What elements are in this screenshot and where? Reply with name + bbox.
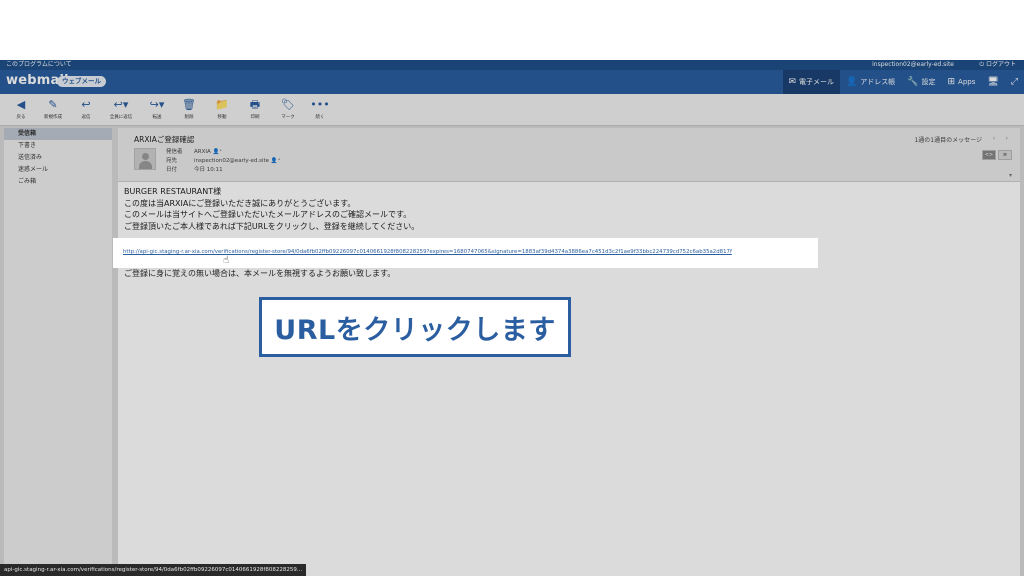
caption-text: URLをクリックします bbox=[274, 314, 556, 346]
body-line: BURGER RESTAURANT様 bbox=[124, 187, 222, 196]
logout-link[interactable]: ⏻ ログアウト bbox=[979, 60, 1016, 70]
message-body: BURGER RESTAURANT様 この度は当ARXIAにご登録いただき誠にあ… bbox=[124, 186, 419, 232]
to-row: 宛先 inspection02@early-ed.site 👤⁺ bbox=[166, 157, 281, 166]
about-link[interactable]: このプログラムについて bbox=[6, 60, 72, 70]
to-value[interactable]: inspection02@early-ed.site bbox=[194, 158, 269, 164]
from-value[interactable]: ARXIA bbox=[194, 149, 211, 155]
add-contact-icon[interactable]: 👤⁺ bbox=[271, 158, 281, 164]
user-email: inspection02@early-ed.site bbox=[872, 61, 954, 68]
logo-badge: ウェブメール bbox=[57, 76, 106, 87]
link-highlight: http://api-gic.staging-r.ar-xia.com/veri… bbox=[113, 238, 818, 268]
forward-icon: ↪▾ bbox=[149, 98, 165, 111]
monitor-icon: 🖥 bbox=[987, 76, 999, 87]
sender-avatar bbox=[134, 148, 156, 170]
back-arrow-icon: ◀ bbox=[16, 98, 26, 111]
prev-message-icon[interactable]: ‹ bbox=[993, 135, 995, 142]
nav-display[interactable]: 🖥 bbox=[981, 70, 1004, 94]
logout-label: ログアウト bbox=[985, 61, 1016, 68]
reply-all-icon: ↩▾ bbox=[113, 98, 129, 111]
verification-link[interactable]: http://api-gic.staging-r.ar-xia.com/veri… bbox=[123, 249, 732, 255]
message-header: ARXIAご登録確認 発信者 ARXIA 👤⁺ 宛先 inspection02@ea… bbox=[118, 128, 1020, 182]
body-line: ご登録頂いたご本人様であれば下記URLをクリックし、登録を継続してください。 bbox=[124, 221, 420, 231]
reply-all-button[interactable]: ↩▾ 全員に返信 bbox=[106, 98, 136, 122]
from-row: 発信者 ARXIA 👤⁺ bbox=[166, 148, 222, 157]
info-bar: このプログラムについて inspection02@early-ed.site ⏻… bbox=[0, 60, 1024, 70]
wrench-icon: 🔧 bbox=[907, 76, 919, 87]
date-value: 今日 10:11 bbox=[194, 167, 223, 173]
power-icon: ⏻ bbox=[979, 61, 986, 68]
top-blank-area bbox=[0, 0, 1024, 60]
back-label: 戻る bbox=[16, 115, 26, 120]
hand-cursor-icon: ☝ bbox=[223, 255, 230, 266]
mark-button[interactable]: 🏷 マーク bbox=[273, 98, 303, 122]
folder-drafts[interactable]: 下書き bbox=[4, 140, 112, 152]
reply-all-label: 全員に返信 bbox=[109, 115, 133, 120]
to-label: 宛先 bbox=[166, 158, 178, 164]
from-label: 発信者 bbox=[166, 149, 183, 155]
plain-view-icon[interactable]: ≡ bbox=[998, 150, 1012, 160]
print-button[interactable]: 🖶 印刷 bbox=[240, 98, 270, 122]
collapse-header-icon[interactable]: ▾ bbox=[1009, 172, 1012, 179]
back-button[interactable]: ◀ 戻る bbox=[6, 98, 36, 122]
toolbar: ◀ 戻る ✎ 新規作成 ↩ 返信 ↩▾ 全員に返信 ↪▾ 転送 🗑 削除 📁 移動 🖶 印刷 🏷… bbox=[0, 94, 1024, 126]
more-dots-icon: ••• bbox=[310, 98, 330, 111]
view-toggle: <> ≡ bbox=[982, 150, 1012, 160]
envelope-icon: ✉ bbox=[788, 76, 797, 87]
date-row: 日付 今日 10:11 bbox=[166, 166, 223, 175]
compose-label: 新規作成 bbox=[44, 115, 62, 120]
nav-apps[interactable]: ⊞ Apps bbox=[941, 70, 981, 94]
nav-addressbook-label: アドレス帳 bbox=[860, 78, 896, 86]
printer-icon: 🖶 bbox=[249, 98, 261, 111]
nav-settings[interactable]: 🔧 設定 bbox=[901, 70, 941, 94]
folder-icon: 📁 bbox=[215, 98, 229, 111]
nav-addressbook[interactable]: 👤 アドレス帳 bbox=[840, 70, 901, 94]
folder-sidebar: 受信箱 下書き 送信済み 迷惑メール ごみ箱 bbox=[4, 128, 112, 576]
tag-icon: 🏷 bbox=[281, 98, 295, 111]
person-icon: 👤 bbox=[846, 76, 858, 87]
nav-apps-label: Apps bbox=[958, 78, 976, 86]
mark-label: マーク bbox=[281, 115, 295, 120]
move-button[interactable]: 📁 移動 bbox=[207, 98, 237, 122]
header: webmail ウェブメール ✉ 電子メール 👤 アドレス帳 🔧 設定 ⊞ Apps 🖥… bbox=[0, 70, 1024, 94]
plus-square-icon: ⊞ bbox=[947, 76, 956, 87]
date-label: 日付 bbox=[166, 167, 178, 173]
folder-sent[interactable]: 送信済み bbox=[4, 152, 112, 164]
nav-fullscreen[interactable]: ⤢ bbox=[1005, 70, 1024, 94]
folder-spam[interactable]: 迷惑メール bbox=[4, 164, 112, 176]
reply-icon: ↩ bbox=[81, 98, 91, 111]
body-footer-line: ご登録に身に覚えの無い場合は、本メールを無視するようお願い致します。 bbox=[124, 269, 396, 278]
nav-mail[interactable]: ✉ 電子メール bbox=[782, 70, 841, 94]
more-button[interactable]: ••• 続く bbox=[305, 98, 335, 122]
more-label: 続く bbox=[315, 115, 325, 120]
folder-inbox[interactable]: 受信箱 bbox=[4, 128, 112, 140]
trash-icon: 🗑 bbox=[182, 98, 196, 111]
reply-button[interactable]: ↩ 返信 bbox=[71, 98, 101, 122]
reply-label: 返信 bbox=[81, 115, 91, 120]
next-message-icon[interactable]: › bbox=[1006, 135, 1008, 142]
body-line: この度は当ARXIAにご登録いただき誠にありがとうございます。 bbox=[124, 198, 356, 208]
nav-settings-label: 設定 bbox=[921, 78, 936, 86]
delete-button[interactable]: 🗑 削除 bbox=[174, 98, 204, 122]
status-bar-url: api-gic.staging-r.ar-xia.com/verificatio… bbox=[0, 564, 307, 576]
top-nav: ✉ 電子メール 👤 アドレス帳 🔧 設定 ⊞ Apps 🖥 ⤢ bbox=[782, 70, 1024, 94]
expand-icon: ⤢ bbox=[1010, 76, 1018, 87]
forward-button[interactable]: ↪▾ 転送 bbox=[142, 98, 172, 122]
tutorial-caption: URLをクリックします bbox=[259, 297, 571, 357]
forward-label: 転送 bbox=[152, 115, 162, 120]
folder-trash[interactable]: ごみ箱 bbox=[4, 176, 112, 188]
body-line: このメールは当サイトへご登録いただいたメールアドレスのご確認メールです。 bbox=[124, 210, 412, 219]
pencil-icon: ✎ bbox=[48, 98, 58, 111]
html-view-icon[interactable]: <> bbox=[982, 150, 996, 160]
message-pager: 1通の1通目のメッセージ bbox=[914, 137, 982, 144]
print-label: 印刷 bbox=[250, 115, 260, 120]
delete-label: 削除 bbox=[184, 115, 194, 120]
compose-button[interactable]: ✎ 新規作成 bbox=[38, 98, 68, 122]
add-contact-icon[interactable]: 👤⁺ bbox=[213, 149, 223, 155]
nav-mail-label: 電子メール bbox=[799, 78, 835, 86]
move-label: 移動 bbox=[217, 115, 227, 120]
message-subject: ARXIAご登録確認 bbox=[134, 135, 195, 144]
